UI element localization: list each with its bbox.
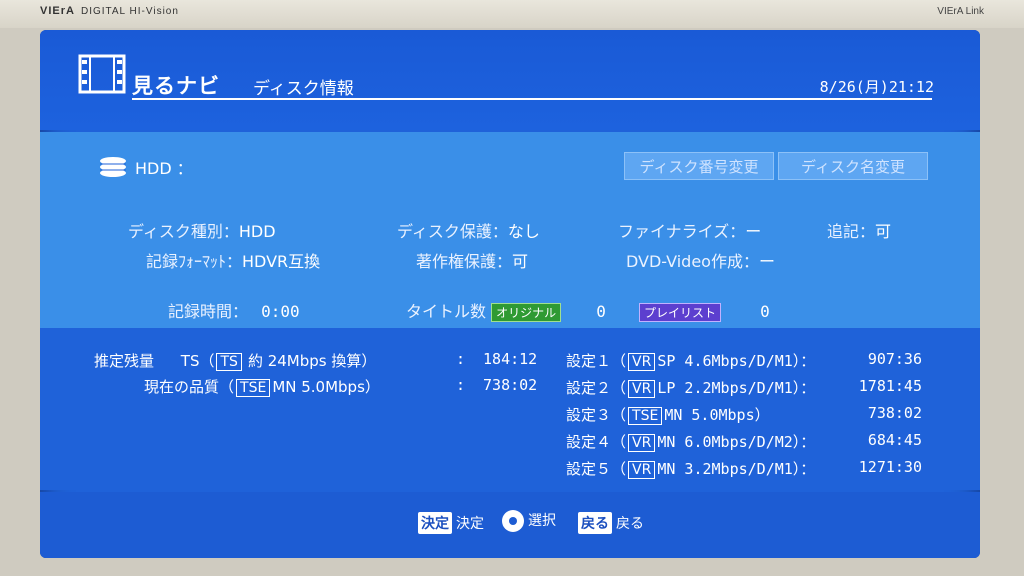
- original-count: 0: [596, 302, 606, 321]
- change-disc-name-button[interactable]: ディスク名変更: [778, 152, 928, 180]
- append-row: 追記：可: [827, 218, 891, 242]
- page-title: 見るナビ: [132, 74, 220, 98]
- ts-time: :184:12: [456, 350, 538, 368]
- ts-rate: 約 24Mbps 換算）: [247, 352, 377, 370]
- back-label: 戻る: [616, 516, 644, 532]
- setting-label: 設定３（: [566, 406, 627, 424]
- disk-protect-label: ディスク保護：: [397, 222, 508, 241]
- dvd-video-row: DVD-Video作成：ー: [626, 248, 775, 272]
- hdd-icon: [100, 157, 126, 177]
- finalize-value: ー: [745, 222, 762, 241]
- tv-bezel: VIErA DIGITAL HI-Vision VIErA Link: [0, 0, 1024, 28]
- record-format-row: 記録ﾌｫｰﾏｯﾄ：HDVR互換: [146, 248, 320, 272]
- title-count-row: タイトル数 オリジナル 0 プレイリスト 0: [406, 298, 770, 322]
- select-label: 選択: [528, 513, 556, 529]
- title-count-label: タイトル数: [406, 302, 487, 321]
- title-underline: [132, 98, 932, 100]
- ok-label: 決定: [456, 516, 484, 532]
- setting-format-box: VR: [628, 380, 656, 398]
- setting-rate: SP 4.6Mbps/: [657, 352, 757, 370]
- setting-mode: D/M1）：: [756, 352, 816, 370]
- select-guide: 選択: [502, 510, 556, 532]
- setting-label: 設定２（: [566, 379, 627, 397]
- setting-format-box: VR: [628, 434, 656, 452]
- film-strip-icon: [78, 54, 126, 94]
- setting-row-2: 設定２（ VR LP 2.2Mbps/D/M1）：: [566, 377, 815, 398]
- setting-format-box: VR: [628, 461, 656, 479]
- dpad-icon: [502, 510, 524, 532]
- setting-row-1: 設定１（ VR SP 4.6Mbps/D/M1）：: [566, 350, 815, 371]
- record-format-value: HDVR互換: [242, 252, 321, 271]
- dvd-video-label: DVD-Video作成：: [626, 252, 759, 271]
- record-format-label: 記録ﾌｫｰﾏｯﾄ：: [146, 252, 243, 271]
- finalize-label: ファイナライズ：: [618, 222, 746, 241]
- setting-label: 設定１（: [566, 352, 627, 370]
- setting-label: 設定５（: [566, 460, 627, 478]
- clock: 8/26(月)21:12: [819, 78, 934, 96]
- setting-mode: D/M2）：: [756, 433, 816, 451]
- ok-key-icon: 決定: [418, 512, 452, 534]
- setting-row-5: 設定５（ VR MN 3.2Mbps/D/M1）：: [566, 458, 815, 479]
- setting-format-box: VR: [628, 353, 656, 371]
- rec-time-row: 記録時間： 0:00: [168, 298, 300, 322]
- copyright-row: 著作権保護：可: [416, 248, 528, 272]
- current-quality-box: TSE: [236, 379, 271, 397]
- current-quality-rate: MN 5.0Mbps）: [272, 378, 380, 396]
- dvd-video-value: ー: [758, 252, 775, 271]
- viera-link-logo: VIErA Link: [937, 6, 984, 17]
- setting-mode: D/M1）：: [756, 379, 816, 397]
- change-disc-number-button[interactable]: ディスク番号変更: [624, 152, 774, 180]
- setting-time-3: 738:02: [867, 404, 922, 422]
- tv-screen: 見るナビ ディスク情報 8/26(月)21:12 HDD ： ディスク番号変更 …: [40, 30, 980, 558]
- append-value: 可: [875, 222, 892, 241]
- setting-mode: D/M1）：: [756, 460, 816, 478]
- current-quality-time: :738:02: [456, 376, 538, 394]
- back-key-icon: 戻る: [578, 512, 612, 534]
- rec-time-value: 0:00: [261, 302, 300, 321]
- drive-label: HDD ：: [135, 159, 193, 178]
- disc-info-panel: HDD ： ディスク番号変更 ディスク名変更 ディスク種別：HDD ディスク保護…: [40, 132, 980, 328]
- current-quality-row: 現在の品質（ TSE MN 5.0Mbps）: [144, 376, 380, 397]
- append-label: 追記：: [827, 222, 876, 241]
- ts-estimate-row: 推定残量 TS（ TS 約 24Mbps 換算）: [94, 350, 376, 371]
- tv-brand-logo: VIErA DIGITAL HI-Vision: [40, 5, 179, 17]
- setting-time-4: 684:45: [867, 431, 922, 449]
- setting-time-1: 907:36: [867, 350, 922, 368]
- setting-rate: MN 6.0Mbps/: [657, 433, 757, 451]
- ok-guide: 決定 決定: [418, 512, 484, 534]
- original-tag: オリジナル: [491, 303, 562, 322]
- playlist-count: 0: [760, 302, 770, 321]
- playlist-tag: プレイリスト: [638, 303, 721, 322]
- back-guide: 戻る 戻る: [578, 512, 644, 534]
- ts-box: TS: [216, 353, 242, 371]
- ts-text: TS（: [180, 352, 215, 370]
- disk-type-value: HDD: [238, 222, 276, 241]
- copyright-value: 可: [512, 252, 529, 271]
- setting-rate: LP 2.2Mbps/: [657, 379, 757, 397]
- disk-protect-row: ディスク保護：なし: [397, 218, 540, 242]
- footer-guide: 決定 決定 選択 戻る 戻る: [40, 492, 980, 558]
- setting-time-5: 1271:30: [858, 458, 922, 476]
- disk-protect-value: なし: [507, 222, 540, 241]
- header: 見るナビ ディスク情報 8/26(月)21:12: [40, 30, 980, 130]
- setting-label: 設定４（: [566, 433, 627, 451]
- page-subtitle: ディスク情報: [253, 79, 354, 99]
- rec-time-label: 記録時間：: [168, 302, 249, 321]
- setting-rate: MN 5.0Mbps）: [664, 406, 770, 424]
- setting-time-2: 1781:45: [858, 377, 922, 395]
- estimate-label: 推定残量: [94, 352, 155, 370]
- disk-type-label: ディスク種別：: [128, 222, 239, 241]
- setting-rate: MN 3.2Mbps/: [657, 460, 757, 478]
- disk-type-row: ディスク種別：HDD: [128, 218, 276, 242]
- setting-row-3: 設定３（ TSE MN 5.0Mbps）: [566, 404, 770, 425]
- setting-format-box: TSE: [628, 407, 663, 425]
- finalize-row: ファイナライズ：ー: [618, 218, 761, 242]
- setting-row-4: 設定４（ VR MN 6.0Mbps/D/M2）：: [566, 431, 815, 452]
- copyright-label: 著作権保護：: [416, 252, 513, 271]
- remaining-capacity-panel: 推定残量 TS（ TS 約 24Mbps 換算） :184:12 現在の品質（ TSE…: [40, 328, 980, 490]
- current-quality-label: 現在の品質（: [144, 378, 235, 396]
